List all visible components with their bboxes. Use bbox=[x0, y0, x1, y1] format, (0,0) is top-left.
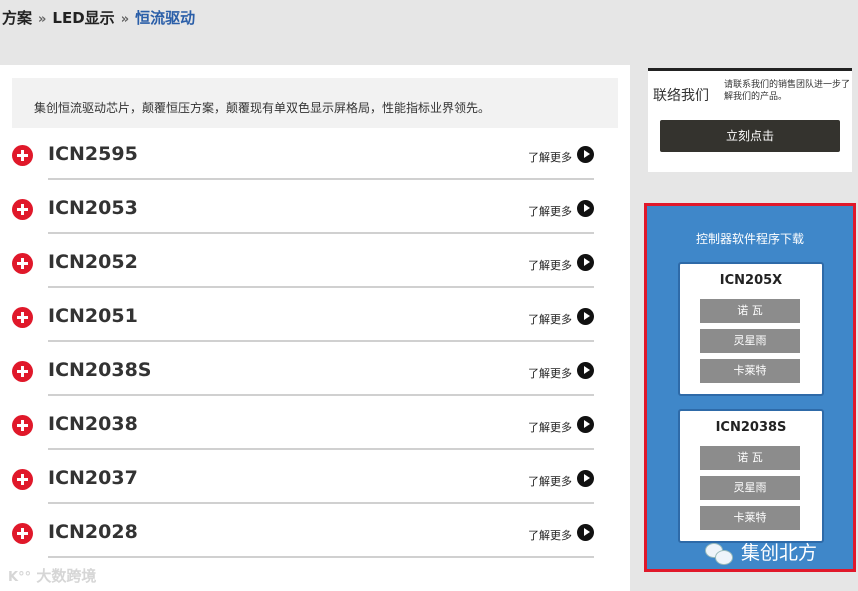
download-button-linsn[interactable]: 灵星雨 bbox=[700, 329, 800, 353]
expand-plus-icon[interactable] bbox=[12, 469, 33, 490]
logo-icon: K°° bbox=[8, 570, 32, 585]
card-title: ICN2038S bbox=[715, 420, 787, 435]
expand-plus-icon[interactable] bbox=[12, 307, 33, 328]
learn-more-link[interactable]: 了解更多 bbox=[528, 365, 572, 381]
download-panel: 控制器软件程序下载 ICN205X 诺 瓦 灵星雨 卡莱特 ICN2038S 诺… bbox=[644, 203, 856, 572]
download-button-colorlight[interactable]: 卡莱特 bbox=[700, 506, 800, 530]
product-name[interactable]: ICN2037 bbox=[48, 467, 138, 489]
breadcrumb: 方案 » LED显示 » 恒流驱动 bbox=[2, 7, 195, 28]
expand-plus-icon[interactable] bbox=[12, 145, 33, 166]
breadcrumb-separator: » bbox=[38, 12, 47, 27]
download-button-colorlight[interactable]: 卡莱特 bbox=[700, 359, 800, 383]
expand-plus-icon[interactable] bbox=[12, 361, 33, 382]
play-arrow-icon[interactable] bbox=[577, 416, 594, 433]
breadcrumb-item[interactable]: LED显示 bbox=[52, 9, 114, 27]
watermark-text: 集创北方 bbox=[741, 542, 818, 564]
product-row[interactable]: ICN2037 了解更多 bbox=[0, 454, 600, 508]
download-button-nova[interactable]: 诺 瓦 bbox=[700, 299, 800, 323]
row-divider bbox=[48, 502, 594, 504]
play-arrow-icon[interactable] bbox=[577, 200, 594, 217]
wechat-icon bbox=[705, 542, 735, 565]
row-divider bbox=[48, 340, 594, 342]
contact-box: 联络我们 请联系我们的销售团队进一步了解我们的产品。 立刻点击 bbox=[648, 68, 852, 172]
corner-watermark: K°° 大数跨境 bbox=[8, 565, 96, 586]
play-arrow-icon[interactable] bbox=[577, 524, 594, 541]
product-row[interactable]: ICN2028 了解更多 bbox=[0, 508, 600, 562]
expand-plus-icon[interactable] bbox=[12, 415, 33, 436]
breadcrumb-item[interactable]: 方案 bbox=[2, 9, 32, 27]
card-title: ICN205X bbox=[719, 273, 783, 288]
learn-more-link[interactable]: 了解更多 bbox=[528, 473, 572, 489]
download-button-nova[interactable]: 诺 瓦 bbox=[700, 446, 800, 470]
download-card: ICN2038S 诺 瓦 灵星雨 卡莱特 bbox=[678, 409, 824, 543]
play-arrow-icon[interactable] bbox=[577, 308, 594, 325]
row-divider bbox=[48, 448, 594, 450]
expand-plus-icon[interactable] bbox=[12, 199, 33, 220]
play-arrow-icon[interactable] bbox=[577, 362, 594, 379]
download-button-linsn[interactable]: 灵星雨 bbox=[700, 476, 800, 500]
expand-plus-icon[interactable] bbox=[12, 253, 33, 274]
play-arrow-icon[interactable] bbox=[577, 470, 594, 487]
product-name[interactable]: ICN2038 bbox=[48, 413, 138, 435]
product-row[interactable]: ICN2051 了解更多 bbox=[0, 292, 600, 346]
watermark-text: 大数跨境 bbox=[36, 567, 97, 585]
learn-more-link[interactable]: 了解更多 bbox=[528, 149, 572, 165]
product-row[interactable]: ICN2052 了解更多 bbox=[0, 238, 600, 292]
wechat-watermark: 集创北方 bbox=[705, 538, 817, 565]
breadcrumb-current: 恒流驱动 bbox=[135, 9, 196, 27]
learn-more-link[interactable]: 了解更多 bbox=[528, 419, 572, 435]
product-row[interactable]: ICN2595 了解更多 bbox=[0, 130, 600, 184]
product-row[interactable]: ICN2038 了解更多 bbox=[0, 400, 600, 454]
product-row[interactable]: ICN2053 了解更多 bbox=[0, 184, 600, 238]
product-name[interactable]: ICN2595 bbox=[48, 143, 138, 165]
play-arrow-icon[interactable] bbox=[577, 146, 594, 163]
product-name[interactable]: ICN2028 bbox=[48, 521, 138, 543]
row-divider bbox=[48, 394, 594, 396]
product-name[interactable]: ICN2052 bbox=[48, 251, 138, 273]
description-box: 集创恒流驱动芯片，颠覆恒压方案，颠覆现有单双色显示屏格局，性能指标业界领先。 bbox=[12, 78, 618, 128]
product-row[interactable]: ICN2038S 了解更多 bbox=[0, 346, 600, 400]
learn-more-link[interactable]: 了解更多 bbox=[528, 257, 572, 273]
play-arrow-icon[interactable] bbox=[577, 254, 594, 271]
download-card: ICN205X 诺 瓦 灵星雨 卡莱特 bbox=[678, 262, 824, 396]
contact-text: 请联系我们的销售团队进一步了解我们的产品。 bbox=[724, 80, 851, 102]
row-divider bbox=[48, 178, 594, 180]
row-divider bbox=[48, 556, 594, 558]
product-name[interactable]: ICN2051 bbox=[48, 305, 138, 327]
learn-more-link[interactable]: 了解更多 bbox=[528, 311, 572, 327]
product-name[interactable]: ICN2038S bbox=[48, 359, 151, 381]
row-divider bbox=[48, 232, 594, 234]
product-name[interactable]: ICN2053 bbox=[48, 197, 138, 219]
expand-plus-icon[interactable] bbox=[12, 523, 33, 544]
learn-more-link[interactable]: 了解更多 bbox=[528, 527, 572, 543]
contact-title: 联络我们 bbox=[653, 88, 709, 104]
learn-more-link[interactable]: 了解更多 bbox=[528, 203, 572, 219]
row-divider bbox=[48, 286, 594, 288]
download-title: 控制器软件程序下载 bbox=[695, 232, 804, 246]
breadcrumb-separator: » bbox=[120, 12, 130, 27]
contact-button[interactable]: 立刻点击 bbox=[660, 120, 840, 152]
